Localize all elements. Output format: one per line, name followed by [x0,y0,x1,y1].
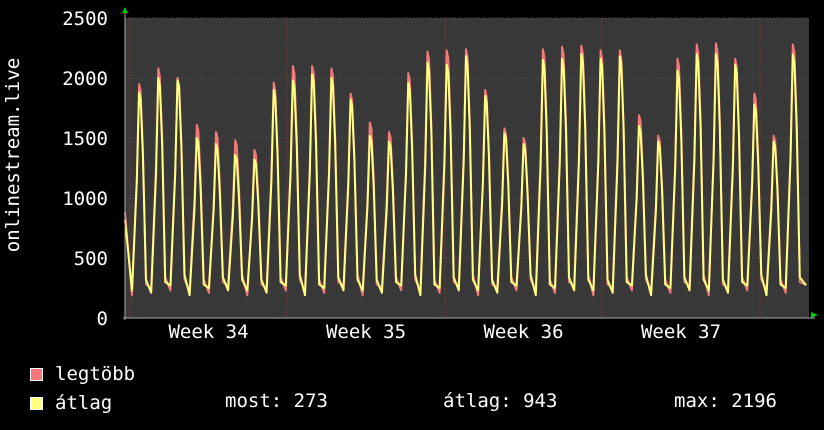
x-tick-label: Week 37 [641,321,721,343]
y-tick-label: 2500 [62,8,108,30]
x-axis-arrow-icon [811,312,818,318]
stat-max: max: 2196 [674,390,777,412]
y-axis-arrow-icon [122,7,128,13]
legend-item-avg: átlag [30,390,112,416]
y-tick-label: 0 [97,308,108,330]
legend-item-max: legtöbb [30,361,135,387]
y-tick-label: 1000 [62,188,108,210]
stat-most-label: most: [225,390,283,412]
stat-atlag-value: 943 [523,390,558,412]
legend-swatch-max [30,367,43,381]
stat-atlag-label: átlag: [443,390,512,412]
y-axis-ticks: 0 500 1000 1500 2000 2500 [62,8,108,330]
y-tick-label: 1500 [62,128,108,150]
legend: legtöbb átlag most: 273 átlag: 943 max: … [0,356,824,426]
y-axis-label: onlinestream.live [0,30,26,280]
x-tick-label: Week 34 [168,321,248,343]
legend-label-max: legtöbb [55,363,136,385]
stat-most: most: 273 [225,390,328,412]
x-tick-label: Week 36 [483,321,563,343]
legend-swatch-avg [30,396,43,410]
stat-atlag: átlag: 943 [443,390,557,412]
x-axis-ticks: Week 34 Week 35 Week 36 Week 37 [168,321,721,343]
y-axis-label-text: onlinestream.live [2,57,24,253]
stat-most-value: 273 [293,390,328,412]
stat-max-value: 2196 [731,390,777,412]
stat-max-label: max: [674,390,720,412]
chart: 05001000150020002500 Week 34 Week 35 Week … [62,7,818,343]
x-tick-label: Week 35 [326,321,406,343]
y-tick-label: 500 [74,248,108,270]
legend-label-avg: átlag [55,392,113,414]
y-tick-label: 2000 [62,68,108,90]
